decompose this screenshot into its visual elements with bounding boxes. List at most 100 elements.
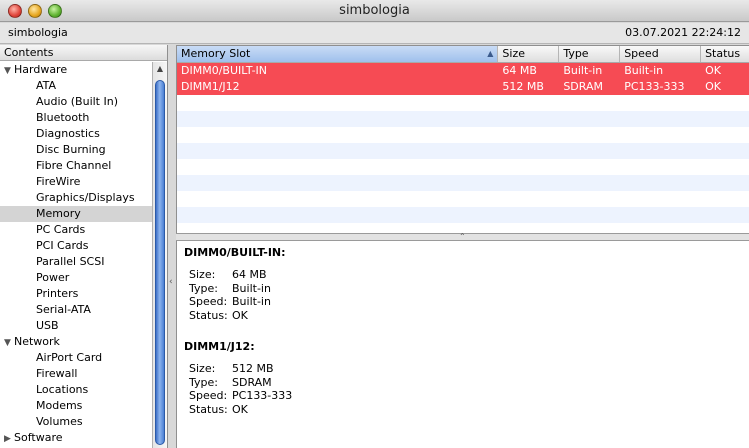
cell-size: 64 MB [502, 64, 537, 77]
column-header-size[interactable]: Size [498, 46, 560, 62]
sidebar-item-label: Memory [36, 207, 81, 220]
sidebar-scroll-thumb[interactable] [155, 80, 165, 445]
sidebar-item-label: Modems [36, 399, 83, 412]
detail-field-value: 512 MB [232, 362, 274, 375]
detail-field-value: Built-in [232, 295, 271, 308]
sidebar-scrollbar[interactable]: ▲ [152, 62, 167, 448]
cell-speed: Built-in [624, 64, 664, 77]
horizontal-split-handle[interactable]: ⌃ [176, 232, 749, 241]
detail-field-key: Status: [189, 308, 228, 322]
sidebar-item-label: Firewall [36, 367, 78, 380]
sidebar-item-firewire[interactable]: FireWire [0, 174, 152, 190]
empty-table-row[interactable] [177, 175, 749, 191]
detail-field-value: Built-in [232, 281, 271, 295]
empty-table-row[interactable] [177, 127, 749, 143]
empty-table-row[interactable] [177, 159, 749, 175]
vertical-split-handle[interactable]: ‹ [168, 45, 176, 448]
empty-table-row[interactable] [177, 207, 749, 223]
sidebar-item-airport-card[interactable]: AirPort Card [0, 350, 152, 366]
split-grip-icon: ‹ [169, 277, 173, 287]
disclosure-triangle-icon[interactable]: ▼ [4, 63, 14, 79]
column-header-status[interactable]: Status [701, 46, 749, 62]
sidebar-item-memory[interactable]: Memory [0, 206, 152, 222]
detail-field-value: OK [232, 402, 248, 416]
empty-table-row[interactable] [177, 191, 749, 207]
sidebar-item-label: Network [14, 335, 60, 348]
cell-slot: DIMM0/BUILT-IN [181, 64, 268, 77]
info-bar: simbologia 03.07.2021 22:24:12 [0, 23, 749, 44]
column-header-speed[interactable]: Speed [620, 46, 702, 62]
table-row[interactable]: DIMM1/J12 512 MB SDRAM PC133-333 OK [177, 79, 749, 95]
detail-field: Speed: Built-in [184, 295, 749, 309]
sidebar-item-pc-cards[interactable]: PC Cards [0, 222, 152, 238]
detail-field-key: Size: [189, 362, 216, 375]
cell-status: OK [705, 64, 721, 77]
detail-pane: DIMM0/BUILT-IN: Size: 64 MB Type: Built-in Sp… [176, 241, 749, 448]
empty-table-row[interactable] [177, 95, 749, 111]
sidebar-item-label: ATA [36, 79, 57, 92]
detail-field-key: Type: [189, 375, 218, 389]
sidebar-item-label: FireWire [36, 175, 81, 188]
empty-table-row[interactable] [177, 143, 749, 159]
disclosure-triangle-icon[interactable]: ▶ [4, 431, 14, 447]
sidebar-item-label: Software [14, 431, 63, 444]
table-row[interactable]: DIMM0/BUILT-IN 64 MB Built-in Built-in OK [177, 63, 749, 79]
window-title: simbologia [339, 3, 410, 18]
split-grip-icon: ⌃ [459, 232, 466, 241]
scroll-up-arrow-icon[interactable]: ▲ [153, 62, 167, 76]
cell-speed: PC133-333 [624, 80, 685, 93]
column-header-type[interactable]: Type [559, 46, 621, 62]
sidebar-item-disc-burning[interactable]: Disc Burning [0, 142, 152, 158]
sidebar-item-printers[interactable]: Printers [0, 286, 152, 302]
sidebar-item-firewall[interactable]: Firewall [0, 366, 152, 382]
sidebar-item-label: Volumes [36, 415, 83, 428]
sidebar-item-label: Locations [36, 383, 89, 396]
sidebar-item-modems[interactable]: Modems [0, 398, 152, 414]
cell-size: 512 MB [502, 80, 544, 93]
detail-spacer [184, 416, 749, 429]
sidebar-item-label: Audio (Built In) [36, 95, 119, 108]
sidebar-item-ata[interactable]: ATA [0, 78, 152, 94]
disclosure-triangle-icon[interactable]: ▼ [4, 335, 14, 351]
sidebar-item-pci-cards[interactable]: PCI Cards [0, 238, 152, 254]
sidebar-item-power[interactable]: Power [0, 270, 152, 286]
detail-field-key: Speed: [189, 389, 228, 402]
detail-field-value: OK [232, 308, 248, 322]
detail-spacer [184, 322, 749, 335]
table-body: DIMM0/BUILT-IN 64 MB Built-in Built-in OK DIM… [177, 63, 749, 233]
sidebar-item-usb[interactable]: USB [0, 318, 152, 334]
sidebar-item-audio-built-in[interactable]: Audio (Built In) [0, 94, 152, 110]
contents-header: Contents [0, 45, 167, 61]
sidebar-group-hardware[interactable]: ▼ Hardware [0, 62, 152, 78]
sidebar-group-software[interactable]: ▶ Software [0, 430, 152, 446]
detail-field-key: Status: [189, 402, 228, 416]
sidebar-item-graphics-displays[interactable]: Graphics/Displays [0, 190, 152, 206]
column-header-memory-slot[interactable]: Memory Slot ▲ [177, 46, 499, 62]
sidebar-group-network[interactable]: ▼ Network [0, 334, 152, 350]
detail-field-value: PC133-333 [232, 389, 293, 402]
sidebar-item-label: USB [36, 319, 59, 332]
sidebar-item-parallel-scsi[interactable]: Parallel SCSI [0, 254, 152, 270]
title-bar[interactable]: simbologia [0, 0, 749, 22]
sidebar-item-label: Printers [36, 287, 79, 300]
sidebar-item-bluetooth[interactable]: Bluetooth [0, 110, 152, 126]
sidebar-item-label: Serial-ATA [36, 303, 91, 316]
detail-field: Size: 64 MB [184, 268, 749, 282]
sidebar-item-label: Fibre Channel [36, 159, 112, 172]
sidebar-item-fibre-channel[interactable]: Fibre Channel [0, 158, 152, 174]
sidebar-item-label: Hardware [14, 63, 68, 76]
detail-section-title: DIMM1/J12: [184, 340, 255, 353]
sidebar-item-volumes[interactable]: Volumes [0, 414, 152, 430]
detail-field: Status: OK [184, 309, 749, 323]
sidebar-item-label: Diagnostics [36, 127, 100, 140]
sidebar-item-label: Power [36, 271, 70, 284]
sidebar-item-serial-ata[interactable]: Serial-ATA [0, 302, 152, 318]
cell-status: OK [705, 80, 721, 93]
detail-field-value: SDRAM [232, 375, 272, 389]
sidebar-item-diagnostics[interactable]: Diagnostics [0, 126, 152, 142]
sidebar-item-locations[interactable]: Locations [0, 382, 152, 398]
cell-type: Built-in [563, 64, 603, 77]
sidebar-item-label: Parallel SCSI [36, 255, 105, 268]
empty-table-row[interactable] [177, 111, 749, 127]
cell-slot: DIMM1/J12 [181, 80, 240, 93]
